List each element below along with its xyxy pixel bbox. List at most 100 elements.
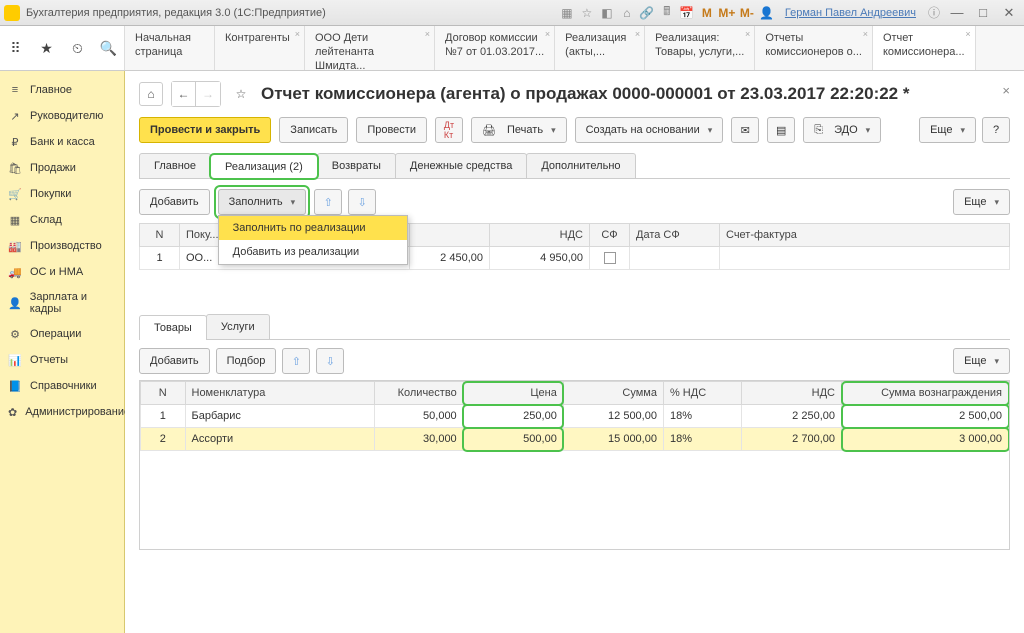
col-vat-pct[interactable]: % НДС [663,382,741,405]
maximize-button[interactable]: □ [972,4,994,22]
apps-icon[interactable]: ⠿ [6,38,26,58]
col-vat[interactable]: НДС [490,224,590,247]
sidebar-item-catalogs[interactable]: 📘Справочники [0,373,124,399]
tab-close-icon[interactable]: × [863,29,868,40]
sidebar-item-sales[interactable]: 🛍Продажи [0,155,124,181]
col-n[interactable]: N [141,382,186,405]
user-name[interactable]: Герман Павел Андреевич [785,7,916,19]
sf-checkbox[interactable] [604,252,616,264]
col-sf-date[interactable]: Дата СФ [630,224,720,247]
col-sum[interactable]: Сумма [563,382,663,405]
grid-icon[interactable]: ▦ [559,5,575,21]
search-icon[interactable]: 🔍 [99,38,119,58]
history-icon[interactable]: ⏲ [68,38,88,58]
calc-icon[interactable]: 🖩 [659,5,675,21]
post-close-button[interactable]: Провести и закрыть [139,117,271,143]
sidebar-item-assets[interactable]: 🚚ОС и НМА [0,259,124,285]
col-price[interactable]: Цена [463,382,563,405]
tab-goods[interactable]: Товары [139,315,207,340]
forward-button[interactable]: → [196,82,220,106]
add-from-realization[interactable]: Добавить из реализации [219,240,407,264]
upper-more-button[interactable]: Еще [953,189,1010,215]
col-sf[interactable]: СФ [590,224,630,247]
tab-close-icon[interactable]: × [295,29,300,40]
nav-tab[interactable]: Отчетыкомиссионеров о...× [755,26,873,70]
col-qty[interactable]: Количество [374,382,463,405]
goods-add-button[interactable]: Добавить [139,348,210,374]
sidebar-item-admin[interactable]: ✿Администрирование [0,399,124,425]
add-row-button[interactable]: Добавить [139,189,210,215]
user-icon[interactable]: 👤 [759,5,775,21]
col-reward[interactable]: Сумма вознаграждения [842,382,1009,405]
back-button[interactable]: ← [172,82,196,106]
dt-kt-button[interactable]: ДтКт [435,117,463,143]
favorite-icon[interactable]: ★ [37,38,57,58]
m-minus-button[interactable]: M- [739,5,755,21]
nav-tab[interactable]: Контрагенты× [215,26,305,70]
link-icon[interactable]: 🔗 [639,5,655,21]
m-plus-button[interactable]: M+ [719,5,735,21]
col-vat[interactable]: НДС [741,382,841,405]
nav-tab[interactable]: Начальнаястраница [125,26,215,70]
home-button[interactable]: ⌂ [139,82,163,106]
tab-close-icon[interactable]: × [545,29,550,40]
minimize-button[interactable]: — [946,4,968,22]
tab-realization[interactable]: Реализация (2) [210,154,318,179]
sidebar-item-reports[interactable]: 📊Отчеты [0,347,124,373]
sidebar-item-hr[interactable]: 👤Зарплата и кадры [0,285,124,321]
m-button[interactable]: M [699,5,715,21]
email-button[interactable]: ✉ [731,117,759,143]
table-row[interactable]: 1 Барбарис 50,000 250,00 12 500,00 18% 2… [141,405,1009,428]
col-nomen[interactable]: Номенклатура [185,382,374,405]
close-button[interactable]: ✕ [998,4,1020,22]
tab-close-icon[interactable]: × [635,29,640,40]
window-icon[interactable]: ◧ [599,5,615,21]
tab-services[interactable]: Услуги [206,314,270,339]
sidebar-item-purchases[interactable]: 🛒Покупки [0,181,124,207]
help-button[interactable]: ? [982,117,1010,143]
goods-scroll[interactable]: N Номенклатура Количество Цена Сумма % Н… [139,380,1010,550]
col-sum[interactable] [410,224,490,247]
star-icon[interactable]: ☆ [579,5,595,21]
col-invoice[interactable]: Счет-фактура [720,224,1010,247]
move-up-button[interactable]: ⇧ [314,189,342,215]
col-n[interactable]: N [140,224,180,247]
list-button[interactable]: ▤ [767,117,795,143]
sidebar-item-production[interactable]: 🏭Производство [0,233,124,259]
post-button[interactable]: Провести [356,117,427,143]
nav-tab[interactable]: Реализация(акты,...× [555,26,645,70]
more-button[interactable]: Еще [919,117,976,143]
tab-main[interactable]: Главное [139,153,211,178]
move-down-button[interactable]: ⇩ [348,189,376,215]
tab-close-icon[interactable]: × [745,29,750,40]
cell-sf[interactable] [590,247,630,270]
goods-up-button[interactable]: ⇧ [282,348,310,374]
print-button[interactable]: 🖨 Печать [471,117,567,143]
info-icon[interactable]: ⓘ [926,5,942,21]
write-button[interactable]: Записать [279,117,348,143]
nav-tab[interactable]: Реализация:Товары, услуги,...× [645,26,755,70]
nav-tab[interactable]: Договор комиссии№7 от 01.03.2017...× [435,26,555,70]
panel-close-icon[interactable]: × [1002,83,1010,98]
tab-returns[interactable]: Возвраты [317,153,396,178]
tab-additional[interactable]: Дополнительно [526,153,635,178]
goods-down-button[interactable]: ⇩ [316,348,344,374]
goods-more-button[interactable]: Еще [953,348,1010,374]
fill-button[interactable]: Заполнить [218,189,307,215]
tab-close-icon[interactable]: × [425,29,430,40]
star-button[interactable]: ☆ [229,82,253,106]
create-based-button[interactable]: Создать на основании [575,117,724,143]
nav-tab[interactable]: ООО Детилейтенанта Шмидта...× [305,26,435,70]
sidebar-item-warehouse[interactable]: ▦Склад [0,207,124,233]
sidebar-item-operations[interactable]: ⚙Операции [0,321,124,347]
sidebar-item-manager[interactable]: ↗Руководителю [0,103,124,129]
calendar-icon[interactable]: 📅 [679,5,695,21]
table-row-selected[interactable]: 2 Ассорти 30,000 500,00 15 000,00 18% 2 … [141,428,1009,451]
goods-pick-button[interactable]: Подбор [216,348,277,374]
tab-close-icon[interactable]: × [965,29,970,40]
home-icon[interactable]: ⌂ [619,5,635,21]
tab-cash[interactable]: Денежные средства [395,153,527,178]
nav-tab-active[interactable]: Отчеткомиссионера...× [873,26,976,70]
fill-by-realization[interactable]: Заполнить по реализации [219,216,407,240]
sidebar-item-main[interactable]: ≡Главное [0,77,124,103]
